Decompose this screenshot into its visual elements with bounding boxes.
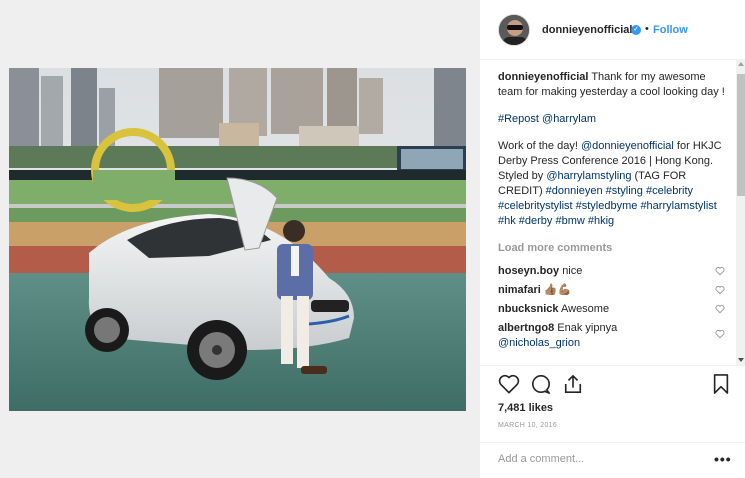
- comments-list: donnieyenofficial Thank for my awesome t…: [498, 70, 730, 362]
- comment-text: Enak yipnya: [557, 322, 618, 334]
- add-comment-input[interactable]: [498, 453, 698, 465]
- caption-repost: #Repost @harrylam: [498, 112, 730, 127]
- comment-text: Awesome: [560, 303, 610, 315]
- post-photo[interactable]: [9, 68, 466, 411]
- add-comment-bar: •••: [480, 442, 745, 478]
- caption-body-text: Work of the day!: [498, 140, 581, 152]
- comment-row: nbucksnick Awesome: [498, 302, 730, 321]
- caption-username[interactable]: donnieyenofficial: [498, 71, 588, 83]
- comment-username[interactable]: albertngo8: [498, 322, 554, 334]
- scroll-thumb[interactable]: [737, 74, 745, 196]
- caption: donnieyenofficial Thank for my awesome t…: [498, 70, 730, 100]
- post-header: donnieyenofficial ✓ • Follow: [480, 0, 745, 60]
- mention-link[interactable]: @donnieyenofficial: [581, 140, 674, 152]
- avatar[interactable]: [498, 14, 530, 46]
- post-actions: 7,481 likes MARCH 10, 2016: [480, 365, 745, 445]
- media-pane: [0, 0, 479, 478]
- comment-icon[interactable]: [530, 374, 552, 397]
- comment-row: nimafari 👍🏽💪🏽: [498, 283, 730, 302]
- post-sidebar: donnieyenofficial ✓ • Follow donnieyenof…: [479, 0, 745, 478]
- comment-like-heart-icon[interactable]: [715, 304, 725, 319]
- mention-link[interactable]: @nicholas_grion: [498, 337, 580, 349]
- bookmark-icon[interactable]: [712, 374, 730, 397]
- header-username[interactable]: donnieyenofficial: [542, 24, 632, 36]
- verified-badge-icon: ✓: [631, 25, 641, 35]
- caption-body: Work of the day! @donnieyenofficial for …: [498, 139, 730, 229]
- heart-icon[interactable]: [498, 374, 520, 397]
- scroll-down-arrow-icon[interactable]: [738, 358, 744, 362]
- comment-username[interactable]: nbucksnick: [498, 303, 559, 315]
- mention-link[interactable]: @harrylamstyling: [546, 170, 631, 182]
- load-more-comments-button[interactable]: Load more comments: [498, 241, 730, 256]
- comment-text: nice: [562, 265, 583, 277]
- comment-username[interactable]: nimafari: [498, 284, 541, 296]
- comment-text: 👍🏽💪🏽: [543, 284, 572, 296]
- separator-dot: •: [645, 23, 649, 35]
- comment-like-heart-icon[interactable]: [715, 329, 725, 344]
- like-count[interactable]: 7,481 likes: [498, 402, 553, 414]
- repost-tag[interactable]: #Repost @harrylam: [498, 113, 596, 125]
- comments-scrollbar[interactable]: [736, 60, 745, 365]
- comment-username[interactable]: hoseyn.boy: [498, 265, 559, 277]
- comment-like-heart-icon[interactable]: [715, 266, 725, 281]
- comment-like-heart-icon[interactable]: [715, 285, 725, 300]
- scroll-up-arrow-icon[interactable]: [738, 62, 744, 66]
- share-icon[interactable]: [562, 374, 584, 397]
- follow-button[interactable]: Follow: [653, 24, 688, 36]
- post-date: MARCH 10, 2016: [498, 422, 558, 429]
- comment-row: albertngo8 Enak yipnya @nicholas_grion: [498, 321, 730, 355]
- comment-row: hoseyn.boy nice: [498, 264, 730, 283]
- more-options-button[interactable]: •••: [714, 451, 732, 467]
